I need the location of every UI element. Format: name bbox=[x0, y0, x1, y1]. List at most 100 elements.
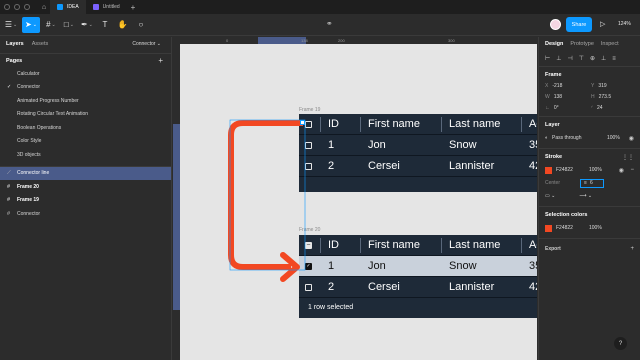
align-right-icon[interactable]: ⊣ bbox=[567, 55, 572, 62]
arrow-end-select[interactable]: ⟶ ⌄ bbox=[579, 193, 592, 199]
radius-icon: ◜ bbox=[591, 105, 593, 111]
blend-row: ◐ Pass through 100% ◉ bbox=[545, 133, 634, 143]
frame-tool-button[interactable]: # ⌄ bbox=[44, 17, 58, 33]
selection-opacity[interactable]: 100% bbox=[589, 225, 602, 231]
layers-list: ⟋ Connector line # Frame 20 # Frame 19 # Con… bbox=[0, 166, 171, 221]
tab-assets[interactable]: Assets bbox=[32, 41, 49, 47]
move-tool-button[interactable]: ➤ ⌄ bbox=[22, 16, 40, 33]
selection-hex[interactable]: F24822 bbox=[556, 225, 573, 231]
layer-label: Connector bbox=[17, 210, 41, 217]
tab-idea[interactable]: IDEA bbox=[50, 0, 86, 14]
y-field[interactable]: Y 319 bbox=[591, 83, 631, 89]
export-title: Export bbox=[545, 246, 561, 252]
stroke-hex[interactable]: F24822 bbox=[556, 167, 573, 173]
page-item[interactable]: Boolean Operations bbox=[0, 121, 171, 135]
layer-connector[interactable]: # Connector bbox=[0, 207, 171, 221]
window-close-dot[interactable] bbox=[4, 4, 10, 10]
align-top-icon[interactable]: ⊤ bbox=[579, 55, 584, 62]
tab-design[interactable]: Design bbox=[545, 41, 563, 47]
frame-icon: # bbox=[7, 210, 11, 217]
selection-color-swatch[interactable] bbox=[545, 224, 552, 232]
align-middle-icon[interactable]: ⊕ bbox=[590, 55, 595, 62]
shape-tool-button[interactable]: □ ⌄ bbox=[62, 17, 76, 33]
help-button[interactable]: ? bbox=[614, 337, 627, 350]
layer-frame-20[interactable]: # Frame 20 bbox=[0, 180, 171, 194]
stroke-options-icon[interactable]: ⋮⋮ bbox=[622, 154, 634, 161]
page-label: 3D objects bbox=[17, 151, 41, 158]
rotation-field[interactable]: ∟ 0° bbox=[545, 105, 585, 111]
stroke-weight-icon: ≡ bbox=[584, 180, 587, 186]
page-label: Boolean Operations bbox=[17, 124, 62, 131]
x-field[interactable]: X -218 bbox=[545, 83, 585, 89]
page-item[interactable]: Calculator bbox=[0, 67, 171, 81]
radius-field[interactable]: ◜ 24 bbox=[591, 105, 631, 111]
cursor-icon: ➤ bbox=[25, 20, 32, 29]
remove-icon[interactable]: − bbox=[630, 167, 634, 173]
new-tab-icon[interactable]: + bbox=[131, 3, 136, 12]
main-menu-button[interactable]: ☰ ⌄ bbox=[4, 17, 18, 33]
stroke-weight-input[interactable]: ≡ 6 bbox=[580, 178, 605, 188]
tab-inspect[interactable]: Inspect bbox=[601, 41, 619, 47]
pen-tool-button[interactable]: ✒ ⌄ bbox=[80, 17, 94, 33]
layer-frame-19[interactable]: # Frame 19 bbox=[0, 194, 171, 208]
tab-layers[interactable]: Layers bbox=[6, 41, 24, 47]
radius-value: 24 bbox=[596, 105, 603, 111]
hand-tool-button[interactable]: ✋ bbox=[116, 17, 130, 33]
comment-tool-button[interactable]: ○ bbox=[134, 17, 148, 33]
stroke-section: Stroke ⋮⋮ F24822 100% ◉ − Center ≡ 6 ▭ ⌄ … bbox=[539, 149, 640, 207]
align-left-icon[interactable]: ⊢ bbox=[545, 55, 550, 62]
page-item[interactable]: Animated Progress Number bbox=[0, 94, 171, 108]
layer-label: Frame 20 bbox=[17, 183, 39, 190]
h-field[interactable]: H 273.5 bbox=[591, 94, 631, 100]
align-bottom-icon[interactable]: ⊥ bbox=[601, 55, 606, 62]
avatar[interactable] bbox=[550, 19, 561, 30]
pages-title: Pages bbox=[6, 57, 23, 64]
connector-start-handle[interactable] bbox=[300, 120, 305, 125]
tab-prototype[interactable]: Prototype bbox=[570, 41, 594, 47]
tab-untitled[interactable]: Untitled bbox=[86, 0, 127, 14]
connector-path[interactable] bbox=[228, 120, 303, 270]
stroke-opacity[interactable]: 100% bbox=[589, 167, 602, 173]
window-minimize-dot[interactable] bbox=[14, 4, 20, 10]
page-item[interactable]: Color Style bbox=[0, 135, 171, 149]
layer-label: Frame 19 bbox=[17, 197, 39, 204]
align-center-icon[interactable]: ⊥ bbox=[556, 55, 561, 62]
eye-icon[interactable]: ◉ bbox=[629, 135, 634, 142]
play-icon[interactable]: ▷ bbox=[600, 20, 605, 28]
checkmark-icon: ✓ bbox=[7, 84, 12, 91]
add-export-icon[interactable]: + bbox=[630, 246, 634, 252]
connector-line[interactable] bbox=[173, 37, 537, 360]
frame-section-title: Frame bbox=[545, 72, 562, 78]
distribute-icon[interactable]: ≡ bbox=[612, 56, 616, 62]
stroke-position-select[interactable]: Center bbox=[545, 180, 560, 186]
zoom-level[interactable]: 124% bbox=[618, 21, 631, 27]
page-selector[interactable]: Connector ⌄ bbox=[132, 41, 161, 47]
page-item[interactable]: 3D objects bbox=[0, 148, 171, 162]
page-item[interactable]: Rotating Circular Text Animation bbox=[0, 108, 171, 122]
layer-section-title: Layer bbox=[545, 122, 560, 128]
w-value: 138 bbox=[553, 94, 563, 100]
canvas[interactable]: 0 138 200 300 Frame 19 ID First name Las… bbox=[173, 37, 537, 360]
text-tool-button[interactable]: T bbox=[98, 17, 112, 33]
blend-mode-select[interactable]: Pass through bbox=[552, 135, 581, 141]
page-item-current[interactable]: ✓ Connector bbox=[0, 81, 171, 95]
frame-icon: # bbox=[7, 197, 11, 204]
blend-mode-icon: ◐ bbox=[545, 135, 549, 141]
export-row: Export + bbox=[545, 244, 634, 254]
home-icon[interactable]: ⌂ bbox=[38, 4, 50, 11]
eye-icon[interactable]: ◉ bbox=[619, 167, 624, 174]
w-field[interactable]: W 138 bbox=[545, 94, 585, 100]
share-button[interactable]: Share bbox=[566, 17, 592, 32]
page-label: Color Style bbox=[17, 138, 42, 145]
window-maximize-dot[interactable] bbox=[24, 4, 30, 10]
link-icon[interactable]: ⚭ bbox=[326, 19, 333, 28]
layer-opacity[interactable]: 100% bbox=[607, 135, 620, 141]
layer-connector-line[interactable]: ⟋ Connector line bbox=[0, 166, 171, 180]
alignment-toolbar: ⊢ ⊥ ⊣ ⊤ ⊕ ⊥ ≡ bbox=[539, 51, 640, 67]
selection-colors-section: Selection colors F24822 100% bbox=[539, 207, 640, 239]
stroke-color-swatch[interactable] bbox=[545, 166, 552, 174]
figjam-file-icon bbox=[92, 4, 99, 10]
w-label: W bbox=[545, 94, 550, 100]
add-page-icon[interactable]: + bbox=[158, 56, 163, 65]
line-start-select[interactable]: ▭ ⌄ bbox=[545, 193, 555, 199]
